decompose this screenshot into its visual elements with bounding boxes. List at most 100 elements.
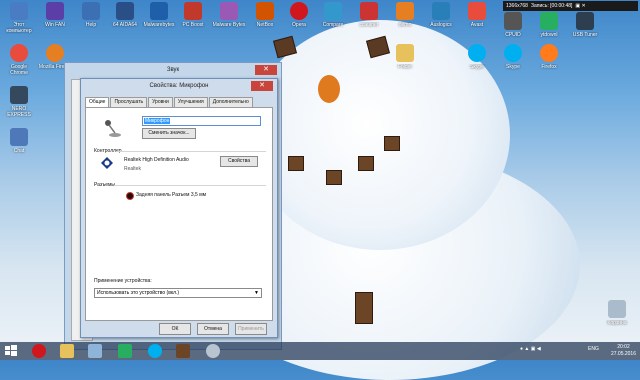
nero-icon: [10, 86, 28, 104]
app-icon: [540, 12, 558, 30]
close-button[interactable]: ✕: [255, 65, 277, 75]
app-icon: [46, 2, 64, 20]
snowman-mouth-piece: [358, 156, 374, 171]
realtek-icon: [101, 157, 113, 169]
taskbar: ● ▲ ▣ ◀ ENG 20:02 27.05.2016: [0, 342, 640, 360]
chrome-icon: [10, 44, 28, 62]
controller-vendor: Realtek: [124, 166, 141, 172]
desktop-icon[interactable]: CPUID: [496, 12, 530, 44]
volume-app-icon[interactable]: [88, 344, 102, 358]
language-indicator[interactable]: ENG: [588, 346, 599, 352]
app-icon: [576, 12, 594, 30]
desktop-icon[interactable]: Opera: [282, 2, 316, 34]
opera-icon: [290, 2, 308, 20]
windows-start-icon[interactable]: [4, 344, 18, 358]
device-usage-label: Применение устройства:: [94, 278, 152, 284]
desktop-icon[interactable]: NERO EXPRESS: [2, 86, 36, 118]
app-icon: [150, 2, 168, 20]
desktop-icon[interactable]: Skype: [460, 44, 494, 76]
cancel-button[interactable]: Отмена: [197, 323, 229, 335]
jack-color-icon: [126, 192, 134, 200]
device-name-input[interactable]: Микрофон: [142, 116, 261, 126]
tab-enhancements[interactable]: Улучшения: [173, 97, 208, 107]
folder-icon: [396, 44, 414, 62]
window-title: Звук: [166, 67, 180, 73]
app-icon[interactable]: [118, 344, 132, 358]
tab-levels[interactable]: Уровни: [148, 97, 173, 107]
record-controls-icon[interactable]: ▣ ✕: [575, 1, 585, 11]
desktop-icon[interactable]: ytdownl: [532, 12, 566, 44]
divider: [114, 185, 266, 186]
chat-icon: [10, 128, 28, 146]
jacks-label: Разъемы: [94, 182, 116, 188]
clock-time: 20:02: [617, 344, 630, 350]
desktop-icon[interactable]: NetBox: [248, 2, 282, 34]
apply-button[interactable]: Применить: [235, 323, 267, 335]
app-icon: [116, 2, 134, 20]
desktop-icon[interactable]: Compare: [316, 2, 350, 34]
firefox-icon: [46, 44, 64, 62]
desktop-icon[interactable]: Firefox: [532, 44, 566, 76]
desktop-icon[interactable]: PC Boost: [176, 2, 210, 34]
desktop-icon[interactable]: Help: [74, 2, 108, 34]
desktop-icon[interactable]: Skype: [496, 44, 530, 76]
app-icon: [396, 2, 414, 20]
clock[interactable]: 20:02 27.05.2016: [611, 344, 636, 358]
ok-button[interactable]: ОК: [159, 323, 191, 335]
desktop-icon[interactable]: Google Chrome: [2, 44, 36, 76]
snowman-mouth-piece: [288, 156, 304, 171]
divider: [116, 151, 266, 152]
chevron-down-icon: ▼: [254, 290, 259, 296]
close-button[interactable]: ✕: [251, 81, 273, 91]
desktop-icon[interactable]: ccleaner: [352, 2, 386, 34]
opera-icon[interactable]: [32, 344, 46, 358]
properties-button[interactable]: Свойства: [220, 156, 258, 167]
general-tab-panel: Микрофон Сменить значок... Контроллер Re…: [85, 107, 273, 321]
desktop-icon[interactable]: Auslogics: [424, 2, 458, 34]
jack-item: Задняя панель Разъем 3,5 мм: [136, 192, 207, 198]
computer-icon: [10, 2, 28, 20]
desktop-icon[interactable]: Этот компьютер: [2, 2, 36, 34]
app-icon: [504, 12, 522, 30]
microphone-icon: [105, 120, 121, 137]
desktop-icon[interactable]: Win FAN: [38, 2, 72, 34]
desktop-icon[interactable]: Malwarebytes: [142, 2, 176, 34]
sound-settings-icon[interactable]: [206, 344, 220, 358]
snowman-button: [355, 292, 373, 324]
desktop-icon[interactable]: demo: [388, 2, 422, 34]
recording-resolution: 1366x768: [506, 3, 528, 9]
desktop-icon-recycle-bin[interactable]: Корзина: [600, 300, 634, 332]
app-icon: [468, 2, 486, 20]
tab-listen[interactable]: Прослушать: [110, 97, 148, 107]
desktop-icon[interactable]: Folder: [388, 44, 422, 76]
app-icon: [82, 2, 100, 20]
tab-bar: Общие Прослушать Уровни Улучшения Дополн…: [85, 97, 254, 108]
skype-icon[interactable]: [148, 344, 162, 358]
tray-icons[interactable]: ● ▲ ▣ ◀: [520, 346, 541, 352]
recording-status: Запись: [00:00:48]: [530, 3, 573, 9]
clock-date: 27.05.2016: [610, 351, 636, 357]
app-icon: [256, 2, 274, 20]
change-icon-button[interactable]: Сменить значок...: [142, 128, 196, 139]
desktop-icon[interactable]: USB Tuner: [568, 12, 602, 44]
minecraft-icon[interactable]: [176, 344, 190, 358]
app-icon: [184, 2, 202, 20]
desktop-icon[interactable]: Chat: [2, 128, 36, 160]
device-usage-select[interactable]: Использовать это устройство (вкл.) ▼: [94, 288, 262, 298]
snowman-mouth-piece: [384, 136, 400, 151]
skype-icon: [468, 44, 486, 62]
snowman-nose: [318, 75, 340, 103]
dialog-title: Свойства: Микрофон: [149, 83, 209, 89]
desktop-icon[interactable]: Malware Bytes: [212, 2, 246, 34]
app-icon: [432, 2, 450, 20]
recycle-bin-icon: [608, 300, 626, 318]
file-explorer-icon[interactable]: [60, 344, 74, 358]
desktop-icon[interactable]: Avast: [460, 2, 494, 34]
desktop-icon[interactable]: 64 AIDA64: [108, 2, 142, 34]
firefox-icon: [540, 44, 558, 62]
tab-advanced[interactable]: Дополнительно: [208, 97, 253, 107]
recording-bar: 1366x768 Запись: [00:00:48] ▣ ✕: [503, 1, 638, 11]
skype-icon: [504, 44, 522, 62]
device-usage-value: Использовать это устройство (вкл.): [97, 290, 180, 296]
app-icon: [360, 2, 378, 20]
